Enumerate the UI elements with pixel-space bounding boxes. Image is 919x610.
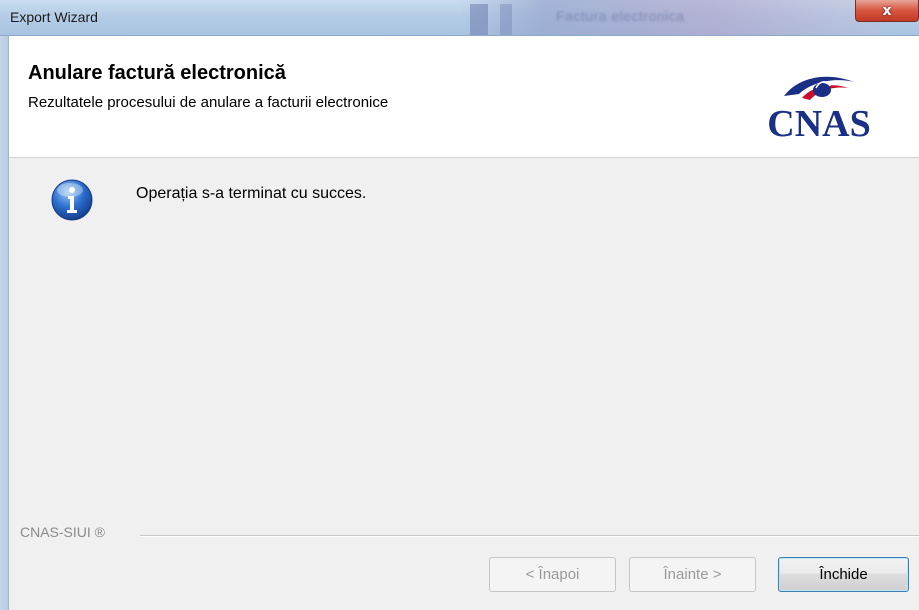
page-title: Anulare factură electronică — [28, 62, 286, 84]
logo-text: CNAS — [767, 103, 870, 140]
next-button[interactable]: Înainte > — [629, 557, 756, 592]
page-subtitle: Rezultatele procesului de anulare a fact… — [28, 94, 389, 111]
title-bar[interactable]: Factura electronica Export Wizard x — [0, 0, 919, 36]
background-window-title: Factura electronica — [556, 8, 685, 24]
info-icon — [51, 179, 93, 221]
window-close-button[interactable]: x — [855, 0, 919, 22]
back-button[interactable]: < Înapoi — [489, 557, 616, 592]
footer-divider — [140, 535, 919, 537]
export-wizard-window: Factura electronica Export Wizard x Anul… — [0, 0, 919, 610]
footer-brand-label: CNAS-SIUI ® — [20, 524, 111, 540]
background-window-reflection: Factura electronica — [460, 0, 880, 35]
reflection-bar — [500, 4, 512, 35]
window-title: Export Wizard — [10, 9, 98, 25]
cnas-logo: CNAS — [767, 76, 871, 140]
wizard-header: Anulare factură electronică Rezultatele … — [9, 36, 919, 158]
close-icon: x — [882, 2, 892, 19]
status-message: Operația s-a terminat cu succes. — [136, 185, 367, 202]
reflection-bar — [470, 4, 488, 35]
close-button[interactable]: Închide — [778, 557, 909, 592]
window-frame-left — [0, 36, 9, 610]
